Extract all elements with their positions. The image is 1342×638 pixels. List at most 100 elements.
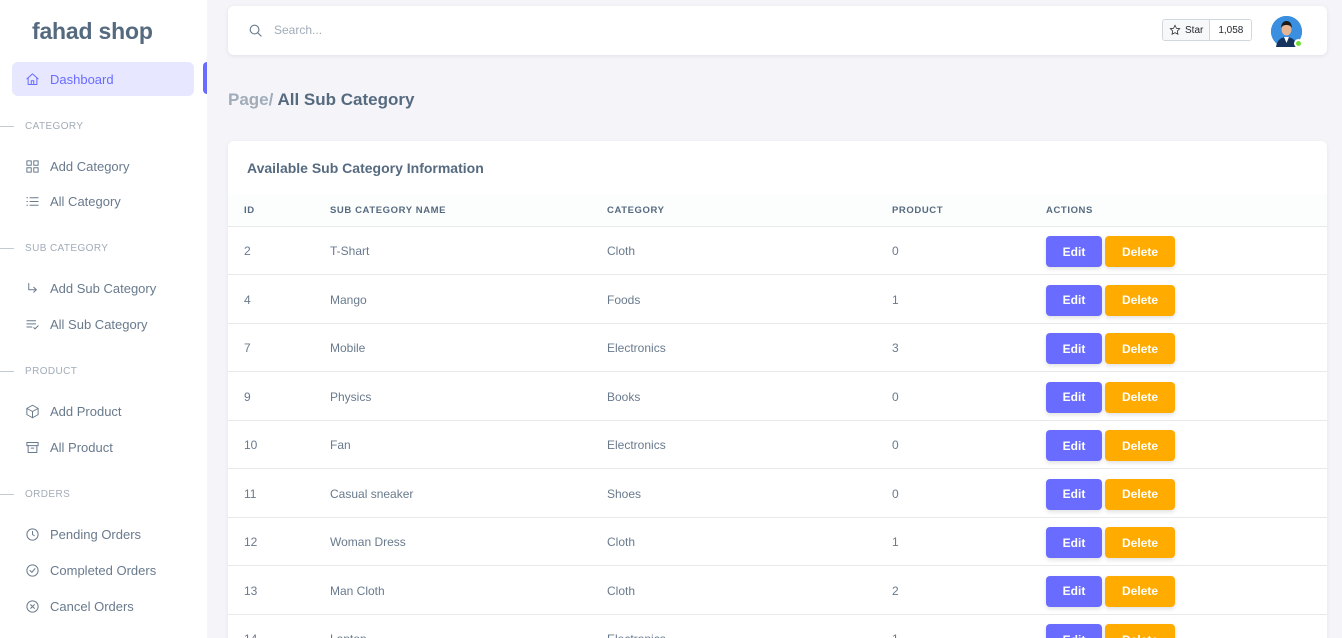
cell-product: 3: [892, 341, 899, 355]
home-icon: [24, 71, 40, 87]
delete-button[interactable]: Delete: [1105, 575, 1175, 607]
cell-product: 2: [892, 583, 899, 598]
search-input[interactable]: [274, 19, 674, 41]
grid-icon: [24, 158, 40, 174]
edit-button[interactable]: Edit: [1046, 575, 1102, 607]
cell-category: Electronics: [607, 438, 666, 452]
list-icon: [24, 193, 40, 209]
menu-header-category: CATEGORY: [0, 119, 83, 133]
active-indicator: [203, 62, 207, 94]
cell-category: Electronics: [607, 632, 666, 638]
delete-button[interactable]: Delete: [1105, 381, 1175, 413]
github-star-widget[interactable]: Star 1,058: [1162, 19, 1253, 41]
edit-button[interactable]: Edit: [1046, 236, 1102, 267]
cell-product: 1: [892, 632, 899, 638]
sidebar-item-cancel-orders[interactable]: Cancel Orders: [12, 589, 194, 623]
sidebar-item-label: All Category: [50, 193, 121, 209]
edit-button[interactable]: Edit: [1046, 478, 1102, 510]
breadcrumb: Page/: [228, 90, 274, 109]
cell-category: Electronics: [607, 341, 666, 355]
col-header-category: CATEGORY: [607, 205, 665, 216]
menu-header-sub-category: SUB CATEGORY: [0, 241, 108, 255]
edit-button[interactable]: Edit: [1046, 333, 1102, 364]
col-header-id: ID: [244, 205, 255, 216]
table-row: 13 Man Cloth Cloth 2 Edit Delete: [228, 567, 1327, 615]
col-header-product: PRODUCT: [892, 205, 944, 216]
sidebar-item-label: Add Sub Category: [50, 280, 157, 296]
github-star-button[interactable]: Star: [1163, 20, 1211, 40]
cell-name: Casual sneaker: [330, 486, 414, 501]
cell-name: Physics: [330, 389, 372, 404]
search-icon: [248, 23, 263, 38]
table-header: ID SUB CATEGORY NAME CATEGORY PRODUCT AC…: [228, 194, 1327, 227]
sidebar-item-all-category[interactable]: All Category: [12, 184, 194, 218]
sidebar-item-all-product[interactable]: All Product: [12, 430, 194, 464]
sidebar-item-label: All Product: [50, 439, 113, 455]
cell-name: Mobile: [330, 341, 366, 355]
cell-product: 1: [892, 535, 899, 549]
cell-name: Mango: [330, 292, 367, 307]
delete-button[interactable]: Delete: [1105, 284, 1175, 316]
cell-name: Woman Dress: [330, 535, 406, 549]
sidebar-item-add-sub-category[interactable]: Add Sub Category: [12, 271, 194, 305]
table-row: 7 Mobile Electronics 3 Edit Delete: [228, 324, 1327, 372]
sidebar-item-label: Add Product: [50, 403, 122, 419]
edit-button[interactable]: Edit: [1046, 624, 1102, 638]
table-row: 10 Fan Electronics 0 Edit Delete: [228, 421, 1327, 469]
col-header-actions: ACTIONS: [1046, 205, 1093, 216]
cell-category: Cloth: [607, 535, 636, 549]
delete-button[interactable]: Delete: [1105, 478, 1175, 510]
page-title: Page/ All Sub Category: [228, 90, 414, 110]
brand-logo[interactable]: fahad shop: [32, 18, 153, 45]
sidebar-item-add-product[interactable]: Add Product: [12, 394, 194, 428]
cell-id: 2: [244, 244, 251, 258]
cell-id: 11: [244, 486, 257, 501]
cell-id: 10: [244, 438, 258, 452]
cell-product: 0: [892, 486, 899, 501]
online-status-dot: [1294, 39, 1303, 48]
sidebar-item-label: All Sub Category: [50, 316, 148, 332]
sidebar-item-all-sub-category[interactable]: All Sub Category: [12, 307, 194, 341]
cell-category: Shoes: [607, 486, 642, 501]
edit-button[interactable]: Edit: [1046, 430, 1102, 461]
sidebar-item-label: Dashboard: [50, 71, 114, 87]
cell-id: 9: [244, 389, 251, 404]
sub-category-card: Available Sub Category Information ID SU…: [228, 141, 1327, 638]
table-row: 12 Woman Dress Cloth 1 Edit Delete: [228, 518, 1327, 566]
edit-button[interactable]: Edit: [1046, 381, 1102, 413]
cell-id: 7: [244, 341, 251, 355]
star-count[interactable]: 1,058: [1210, 20, 1252, 40]
cell-name: Laptop: [330, 632, 367, 638]
clock-icon: [24, 526, 40, 542]
card-title: Available Sub Category Information: [247, 160, 484, 176]
sidebar-item-label: Pending Orders: [50, 526, 142, 542]
breadcrumb-current: All Sub Category: [277, 90, 415, 109]
cell-id: 12: [244, 535, 258, 549]
cell-category: Books: [607, 389, 641, 404]
sidebar-item-dashboard[interactable]: Dashboard: [12, 62, 194, 96]
delete-button[interactable]: Delete: [1105, 527, 1175, 558]
edit-button[interactable]: Edit: [1046, 527, 1102, 558]
cell-product: 0: [892, 438, 899, 452]
delete-button[interactable]: Delete: [1105, 430, 1175, 461]
edit-button[interactable]: Edit: [1046, 284, 1102, 316]
menu-header-product: PRODUCT: [0, 364, 77, 378]
sidebar-item-add-category[interactable]: Add Category: [12, 149, 194, 183]
cell-id: 4: [244, 292, 251, 307]
top-navbar: Star 1,058: [228, 6, 1327, 55]
cell-product: 0: [892, 389, 899, 404]
cell-name: Man Cloth: [330, 583, 385, 598]
delete-button[interactable]: Delete: [1105, 333, 1175, 364]
cell-category: Cloth: [607, 244, 636, 258]
sidebar-item-completed-orders[interactable]: Completed Orders: [12, 553, 194, 587]
table-row: 2 T-Shart Cloth 0 Edit Delete: [228, 227, 1327, 275]
delete-button[interactable]: Delete: [1105, 624, 1175, 638]
cell-category: Foods: [607, 292, 641, 307]
avatar[interactable]: [1271, 16, 1303, 48]
sidebar-item-label: Cancel Orders: [50, 598, 134, 614]
archive-icon: [24, 439, 40, 455]
sidebar-item-pending-orders[interactable]: Pending Orders: [12, 517, 194, 551]
table-row: 11 Casual sneaker Shoes 0 Edit Delete: [228, 470, 1327, 518]
delete-button[interactable]: Delete: [1105, 236, 1175, 267]
sidebar-item-label: Completed Orders: [50, 562, 157, 578]
